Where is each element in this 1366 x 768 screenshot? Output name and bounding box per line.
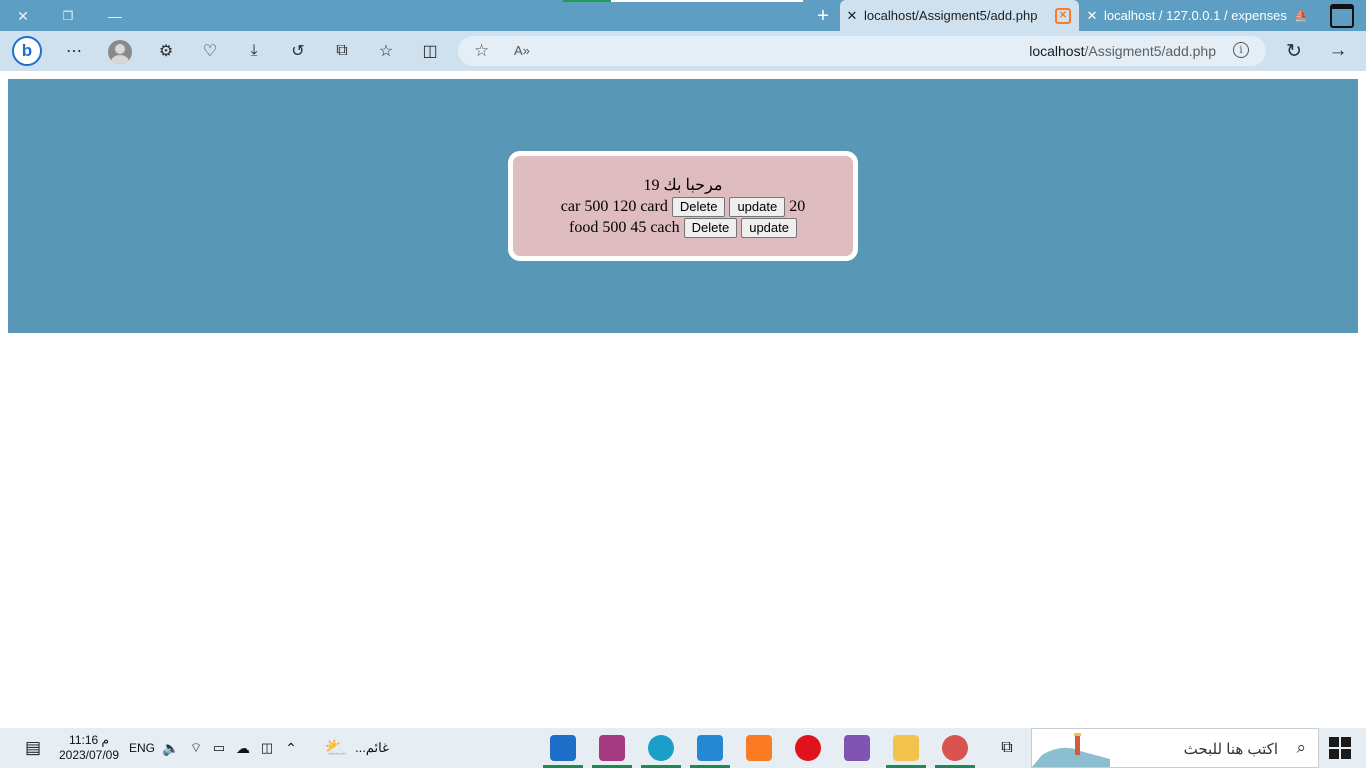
close-window-icon[interactable]: ✕ — [11, 4, 35, 28]
xampp-favicon-icon: ✕ — [1055, 7, 1071, 24]
search-icon: ⌕ — [1296, 738, 1306, 757]
phpmyadmin-favicon-icon: ⛵ — [1294, 9, 1308, 22]
site-info-icon[interactable]: i — [1233, 42, 1249, 58]
update-button[interactable]: update — [741, 218, 797, 239]
search-highlight-image — [1032, 733, 1110, 767]
minimize-window-icon[interactable]: — — [103, 4, 127, 28]
snipping-tool-app-icon[interactable] — [942, 735, 968, 761]
blue-panel: مرحبا بك 19 car 500 120 card Delete upda… — [8, 79, 1358, 333]
tab-actions-icon[interactable] — [1330, 4, 1354, 28]
history-icon[interactable]: ↺ — [285, 39, 311, 63]
read-aloud-icon[interactable]: A» — [514, 43, 530, 58]
expense-row-text: car 500 120 card — [560, 198, 668, 215]
opera-app-icon[interactable] — [795, 735, 821, 761]
wifi-icon[interactable]: ⌔ — [185, 728, 207, 768]
taskbar-search-box[interactable]: اكتب هنا للبحث ⌕ — [1031, 728, 1319, 768]
tab-strip: ✕ ❐ — + ✕ localhost/Assigment5/add.php ✕… — [0, 0, 1366, 31]
tab-phpmyadmin[interactable]: ✕ localhost / 127.0.0.1 / expenses t ⛵ — [1080, 0, 1318, 31]
clock-time: 11:16 م — [69, 733, 109, 747]
expense-row-trailing: 20 — [789, 198, 806, 215]
url-text[interactable]: localhost/Assigment5/add.php — [1029, 43, 1216, 59]
edge-app-icon[interactable] — [648, 735, 674, 761]
new-tab-button[interactable]: + — [811, 4, 835, 28]
photos-app-icon[interactable] — [550, 735, 576, 761]
bing-chat-icon[interactable]: b — [12, 36, 42, 66]
tab-add-php[interactable]: ✕ localhost/Assigment5/add.php ✕ — [840, 0, 1079, 31]
weather-icon[interactable]: ⛅ — [322, 728, 350, 768]
task-view-icon[interactable]: ⧉ — [994, 728, 1020, 768]
page-content: مرحبا بك 19 car 500 120 card Delete upda… — [0, 71, 1366, 728]
expense-row: car 500 120 card Delete update 20 — [513, 196, 853, 218]
favorites-icon[interactable]: ☆ — [373, 39, 399, 63]
meet-now-icon[interactable]: ◫ — [256, 728, 278, 768]
clock[interactable]: 11:16 م 2023/07/09 — [54, 728, 124, 768]
refresh-icon[interactable]: ↻ — [1281, 39, 1307, 63]
taskbar: ▤ 11:16 م 2023/07/09 ENG 🔈 ⌔ ▭ ☁ ◫ ⌃ ⛅ غ… — [0, 728, 1366, 768]
vscode-app-icon[interactable] — [697, 735, 723, 761]
notifications-icon[interactable]: ▤ — [20, 728, 46, 768]
collections-icon[interactable]: ⧉ — [329, 39, 355, 63]
tab-title: localhost / 127.0.0.1 / expenses t — [1104, 8, 1288, 23]
language-indicator[interactable]: ENG — [127, 728, 157, 768]
file-explorer-app-icon[interactable] — [893, 735, 919, 761]
volume-icon[interactable]: 🔈 — [160, 728, 182, 768]
close-tab-icon[interactable]: ✕ — [1080, 8, 1104, 24]
address-bar[interactable]: ☆ A» localhost/Assigment5/add.php i — [458, 36, 1266, 66]
close-tab-icon[interactable]: ✕ — [840, 8, 864, 24]
tab-title: localhost/Assigment5/add.php — [864, 8, 1038, 23]
winrar-app-icon[interactable] — [599, 735, 625, 761]
restore-window-icon[interactable]: ❐ — [56, 4, 80, 28]
forward-icon[interactable]: → — [1325, 39, 1351, 63]
update-button[interactable]: update — [729, 197, 786, 218]
xampp-app-icon[interactable] — [746, 735, 772, 761]
battery-icon[interactable]: ▭ — [208, 728, 230, 768]
clock-date: 2023/07/09 — [58, 748, 120, 762]
expense-row: food 500 45 cach Delete update — [513, 217, 853, 239]
profile-avatar-icon[interactable] — [108, 40, 132, 64]
weather-text[interactable]: غائم... — [352, 728, 392, 768]
downloads-icon[interactable]: ⤓ — [241, 39, 267, 63]
browser-essentials-icon[interactable]: ♡ — [197, 39, 223, 63]
expense-row-text: food 500 45 cach — [569, 219, 680, 236]
delete-button[interactable]: Delete — [671, 197, 726, 218]
add-favorite-icon[interactable]: ☆ — [474, 41, 489, 61]
delete-button[interactable]: Delete — [683, 218, 738, 239]
onedrive-icon[interactable]: ☁ — [232, 728, 254, 768]
show-hidden-icons[interactable]: ⌃ — [280, 728, 302, 768]
start-button-icon[interactable] — [1329, 737, 1351, 759]
loading-indicator — [563, 0, 803, 2]
more-menu-icon[interactable]: ⋯ — [61, 39, 87, 63]
visual-studio-app-icon[interactable] — [844, 735, 870, 761]
split-screen-icon[interactable]: ◫ — [417, 39, 443, 63]
greeting: مرحبا بك 19 — [643, 177, 723, 194]
expenses-card: مرحبا بك 19 car 500 120 card Delete upda… — [508, 151, 858, 261]
search-placeholder: اكتب هنا للبحث — [1183, 741, 1278, 758]
extensions-icon[interactable]: ⚙ — [153, 39, 179, 63]
